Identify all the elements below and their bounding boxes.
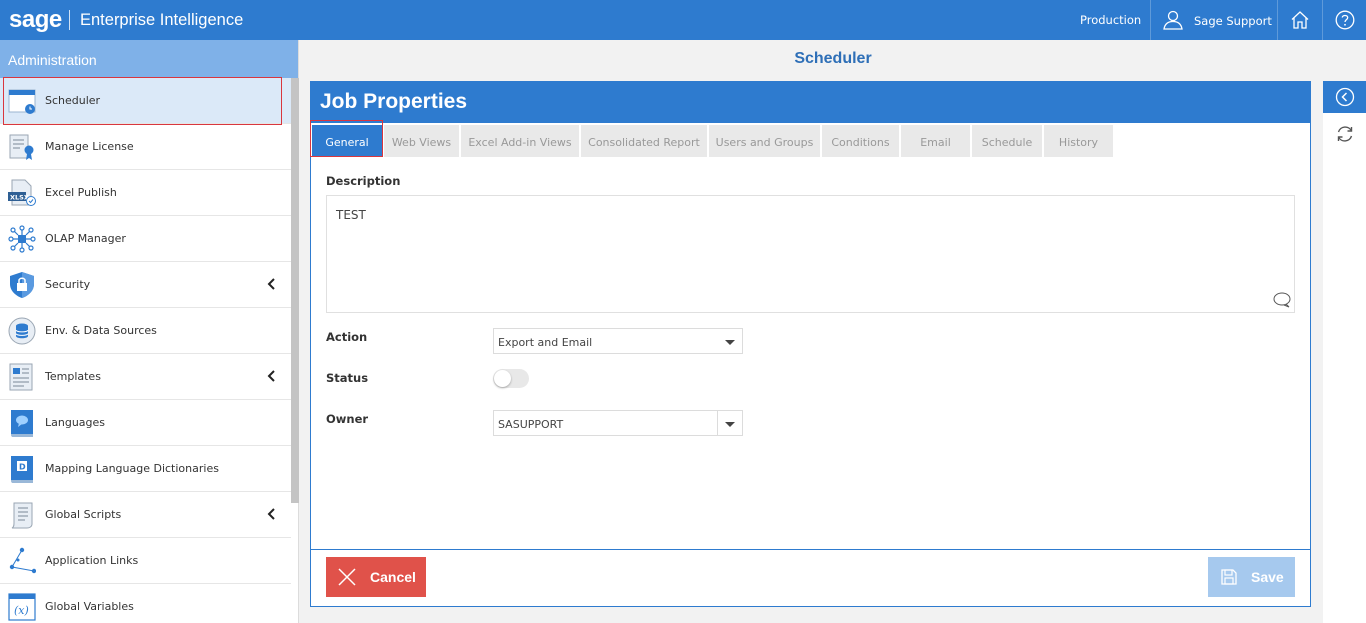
chevron-down-icon[interactable] [725, 340, 735, 345]
sidebar-item-global-scripts[interactable]: Global Scripts [0, 492, 291, 538]
status-label: Status [326, 371, 369, 385]
calendar-icon [8, 89, 36, 114]
sidebar-item-label: Security [45, 278, 91, 291]
cancel-button[interactable]: Cancel [326, 557, 426, 597]
save-button[interactable]: Save [1208, 557, 1295, 597]
admin-sidebar: Administration Scheduler Manage License … [0, 40, 299, 623]
topbar-divider [1322, 0, 1323, 40]
sidebar-item-mapping-language-dictionaries[interactable]: D Mapping Language Dictionaries [0, 446, 291, 492]
sidebar-item-label: Mapping Language Dictionaries [45, 462, 219, 475]
description-value: TEST [336, 208, 366, 222]
chevron-left-circle-icon [1335, 87, 1355, 107]
cancel-label: Cancel [370, 569, 416, 585]
sidebar-item-label: Templates [45, 370, 101, 383]
dictionary-icon: D [11, 456, 33, 483]
shield-icon [10, 272, 34, 298]
chevron-down-icon[interactable] [725, 422, 735, 427]
tab-consolidated-report[interactable]: Consolidated Report [581, 125, 707, 157]
sidebar-scrollbar[interactable] [291, 78, 299, 503]
tab-schedule[interactable]: Schedule [972, 125, 1042, 157]
sidebar-item-languages[interactable]: Languages [0, 400, 291, 446]
footer-divider [311, 549, 1310, 550]
tab-excel-add-in-views[interactable]: Excel Add-in Views [461, 125, 579, 157]
chevron-left-icon[interactable] [266, 370, 276, 382]
action-select[interactable]: Export and Email [493, 328, 743, 354]
action-label: Action [326, 330, 368, 344]
sidebar-item-excel-publish[interactable]: XLSX Excel Publish [0, 170, 291, 216]
help-icon[interactable] [1335, 10, 1355, 30]
xlsx-icon: XLSX [8, 179, 36, 206]
save-label: Save [1251, 569, 1284, 585]
description-label: Description [326, 174, 401, 188]
status-toggle[interactable] [493, 369, 529, 388]
sidebar-item-label: Global Variables [45, 600, 134, 613]
sage-logo[interactable]: sage [9, 6, 62, 34]
top-bar: sage Enterprise Intelligence Production … [0, 0, 1366, 40]
tab-web-views[interactable]: Web Views [384, 125, 459, 157]
collapse-panel-button[interactable] [1323, 81, 1366, 113]
tab-history[interactable]: History [1044, 125, 1113, 157]
home-icon[interactable] [1290, 10, 1310, 30]
user-icon[interactable] [1163, 10, 1183, 30]
sidebar-item-scheduler[interactable]: Scheduler [0, 78, 291, 124]
sidebar-item-application-links[interactable]: Application Links [0, 538, 291, 584]
sidebar-item-label: Scheduler [45, 94, 101, 107]
description-field[interactable]: TEST [326, 195, 1295, 313]
user-name[interactable]: Sage Support [1194, 14, 1272, 28]
owner-label: Owner [326, 412, 369, 426]
select-divider [717, 411, 718, 435]
script-icon [11, 502, 33, 529]
owner-select[interactable]: SASUPPORT [493, 410, 743, 436]
topbar-divider [1150, 0, 1151, 40]
page-title: Scheduler [794, 50, 872, 67]
panel-title: Job Properties [311, 82, 1310, 123]
database-icon [8, 317, 36, 345]
chevron-left-icon[interactable] [266, 508, 276, 520]
chevron-left-icon[interactable] [266, 278, 276, 290]
sidebar-header: Administration [0, 40, 298, 78]
owner-value: SASUPPORT [498, 418, 564, 431]
refresh-icon [1337, 126, 1353, 142]
template-icon [9, 363, 33, 391]
tab-email[interactable]: Email [901, 125, 970, 157]
topbar-divider [1277, 0, 1278, 40]
tab-highlight [310, 120, 383, 157]
sidebar-item-templates[interactable]: Templates [0, 354, 291, 400]
refresh-button[interactable] [1323, 113, 1366, 155]
sidebar-item-global-variables[interactable]: (x) Global Variables [0, 584, 291, 623]
environment-label[interactable]: Production [1080, 13, 1141, 27]
sidebar-item-label: Env. & Data Sources [45, 324, 157, 337]
job-properties-panel: Job Properties General Web Views Excel A… [310, 81, 1311, 607]
sidebar-item-label: OLAP Manager [45, 232, 126, 245]
variable-icon: (x) [8, 593, 36, 621]
svg-text:XLSX: XLSX [10, 194, 29, 202]
sidebar-item-security[interactable]: Security [0, 262, 291, 308]
sidebar-item-label: Languages [45, 416, 106, 429]
tab-conditions[interactable]: Conditions [822, 125, 899, 157]
logo-divider [69, 10, 70, 30]
sidebar-item-label: Manage License [45, 140, 134, 153]
app-title: Enterprise Intelligence [80, 11, 244, 29]
sidebar-item-label: Application Links [45, 554, 139, 567]
sidebar-item-olap-manager[interactable]: OLAP Manager [0, 216, 291, 262]
sidebar-item-label: Global Scripts [45, 508, 122, 521]
sidebar-item-label: Excel Publish [45, 186, 117, 199]
sidebar-item-manage-license[interactable]: Manage License [0, 124, 291, 170]
languages-icon [11, 410, 33, 437]
svg-text:(x): (x) [14, 604, 29, 617]
close-icon [338, 568, 356, 586]
svg-text:D: D [19, 463, 26, 472]
olap-icon [8, 225, 36, 253]
tab-users-and-groups[interactable]: Users and Groups [709, 125, 820, 157]
save-icon [1221, 569, 1237, 585]
license-icon [9, 134, 34, 160]
links-icon [9, 547, 36, 574]
action-value: Export and Email [498, 336, 593, 349]
sidebar-item-env-data-sources[interactable]: Env. & Data Sources [0, 308, 291, 354]
right-rail [1323, 155, 1366, 623]
toggle-knob [494, 370, 511, 387]
comment-icon[interactable] [1273, 292, 1291, 308]
